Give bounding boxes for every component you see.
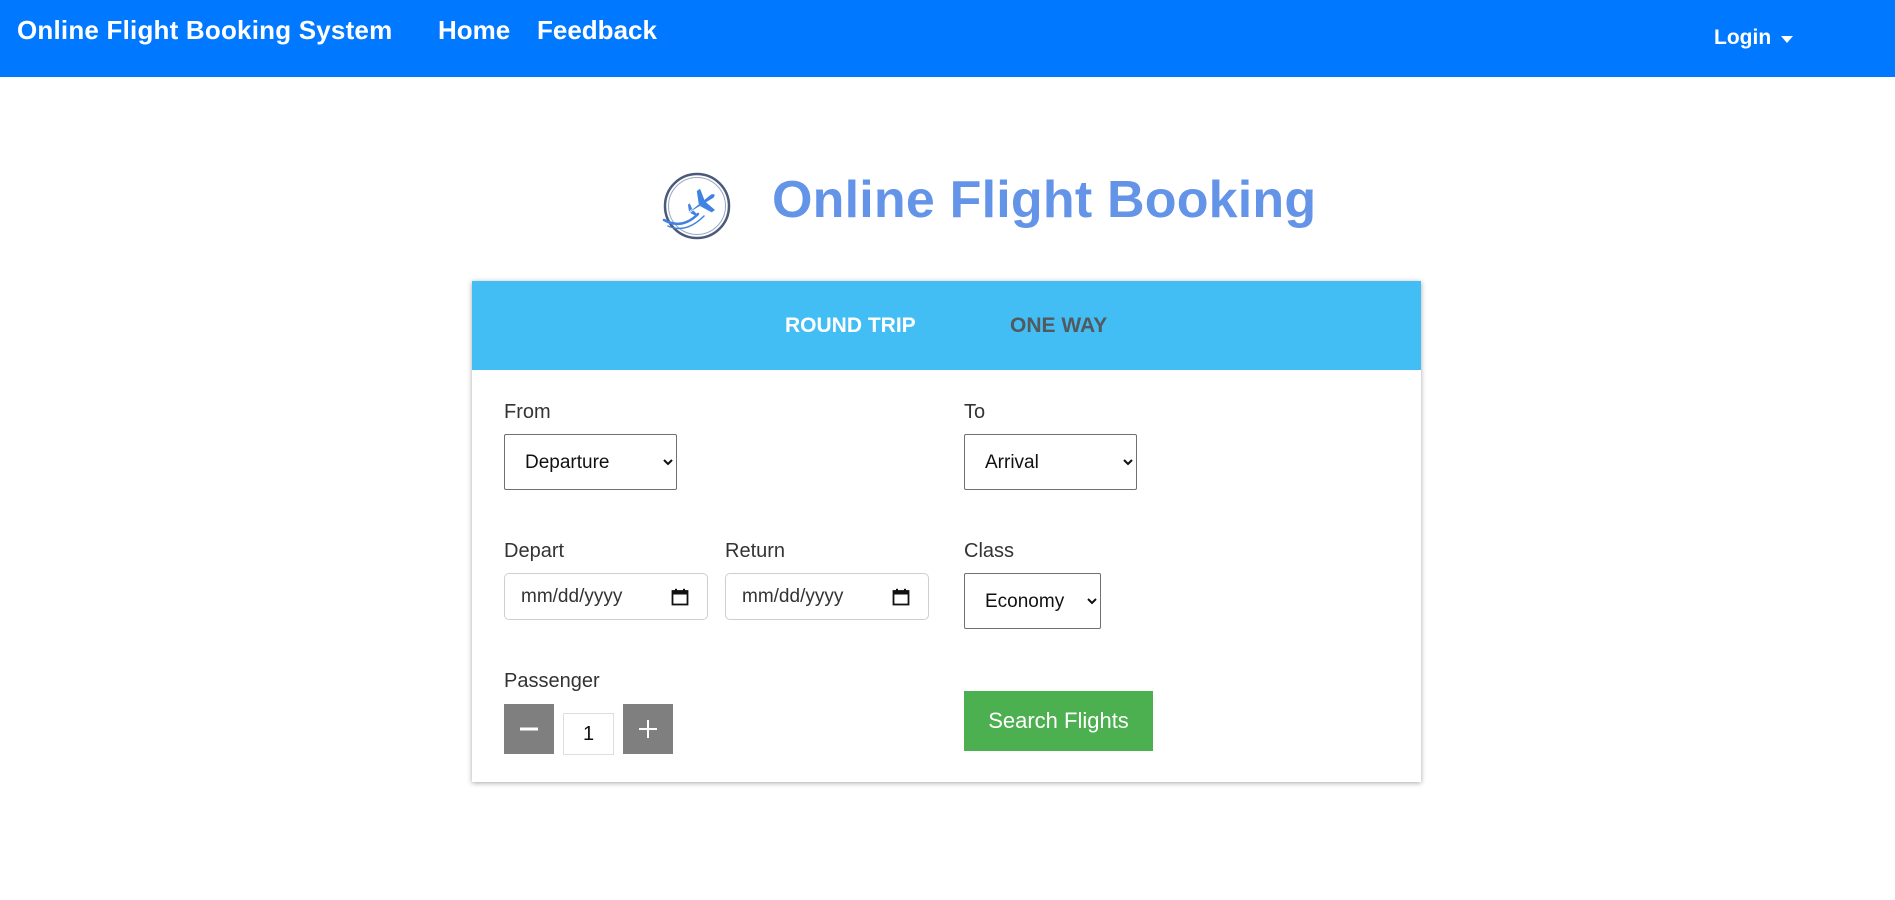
caret-down-icon: [1781, 35, 1794, 43]
nav-feedback-link[interactable]: Feedback: [537, 15, 657, 46]
passenger-label: Passenger: [504, 670, 600, 692]
depart-date-placeholder: mm/dd/yyyy: [521, 585, 623, 607]
from-select[interactable]: Departure: [504, 434, 677, 490]
trip-type-tabs: ROUND TRIP ONE WAY: [472, 281, 1421, 370]
return-date-placeholder: mm/dd/yyyy: [742, 585, 844, 607]
minus-icon: [520, 727, 538, 731]
calendar-icon[interactable]: [892, 588, 910, 606]
return-date-input[interactable]: mm/dd/yyyy: [725, 573, 929, 620]
decrement-passenger-button[interactable]: [504, 704, 554, 754]
tab-round-trip[interactable]: ROUND TRIP: [785, 314, 916, 338]
top-navbar: Online Flight Booking System Home Feedba…: [0, 0, 1895, 77]
class-select[interactable]: Economy: [964, 573, 1101, 629]
passenger-count-input[interactable]: [563, 713, 614, 755]
from-label: From: [504, 401, 551, 423]
depart-date-input[interactable]: mm/dd/yyyy: [504, 573, 708, 620]
return-label: Return: [725, 540, 786, 562]
brand-link[interactable]: Online Flight Booking System: [17, 15, 392, 46]
login-label: Login: [1714, 26, 1772, 49]
plus-icon: [639, 720, 657, 738]
login-dropdown[interactable]: Login: [1714, 26, 1794, 50]
calendar-icon[interactable]: [671, 588, 689, 606]
nav-home-link[interactable]: Home: [438, 15, 510, 46]
airplane-globe-icon: [662, 172, 731, 240]
page-title: Online Flight Booking: [772, 171, 1317, 229]
tab-one-way[interactable]: ONE WAY: [1010, 314, 1107, 338]
search-flights-button[interactable]: Search Flights: [964, 691, 1153, 751]
booking-card: ROUND TRIP ONE WAY From Departure To Arr…: [472, 281, 1421, 782]
to-label: To: [964, 401, 986, 423]
class-label: Class: [964, 540, 1015, 562]
to-select[interactable]: Arrival: [964, 434, 1137, 490]
depart-label: Depart: [504, 540, 565, 562]
increment-passenger-button[interactable]: [623, 704, 673, 754]
